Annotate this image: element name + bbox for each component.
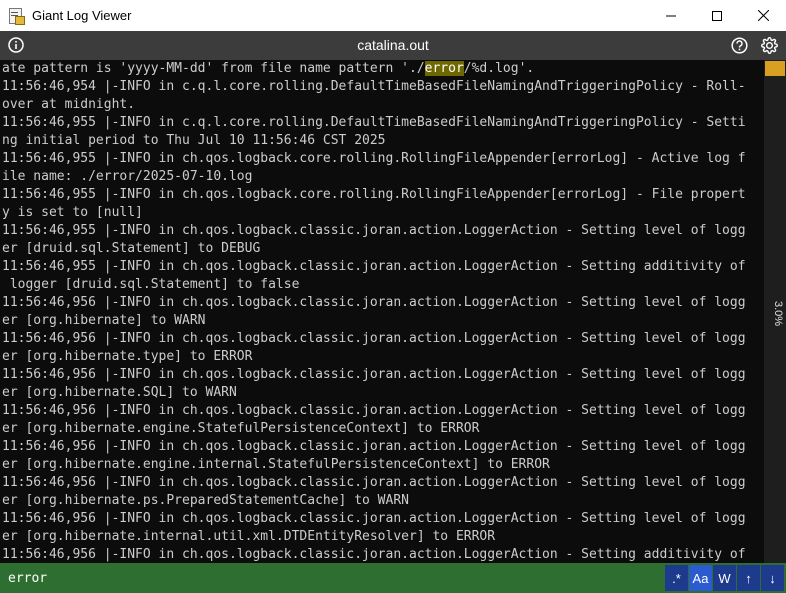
log-content[interactable]: ate pattern is 'yyyy-MM-dd' from file na… [0, 60, 764, 563]
maximize-button[interactable] [694, 0, 740, 31]
file-name: catalina.out [357, 37, 429, 53]
log-line: 11:56:46,955 |-INFO in ch.qos.logback.cl… [2, 259, 746, 274]
previous-match-button[interactable]: ↑ [737, 565, 760, 591]
minimize-button[interactable] [648, 0, 694, 31]
scroll-percent: 3.0% [772, 301, 784, 327]
close-button[interactable] [740, 0, 786, 31]
log-line: er [org.hibernate.engine.StatefulPersist… [2, 421, 480, 436]
scroll-bar[interactable]: 3.0% [764, 60, 786, 563]
log-line: er [org.hibernate.ps.PreparedStatementCa… [2, 493, 409, 508]
search-options: .* Aa W ↑ ↓ [664, 565, 784, 591]
window-title: Giant Log Viewer [32, 8, 132, 23]
next-match-button[interactable]: ↓ [761, 565, 784, 591]
match-case-toggle-button[interactable]: Aa [689, 565, 712, 591]
minimize-icon [666, 15, 676, 16]
log-line: logger [druid.sql.Statement] to false [2, 277, 300, 292]
log-line: 11:56:46,956 |-INFO in ch.qos.logback.cl… [2, 295, 746, 310]
log-line: er [org.hibernate.internal.util.xml.DTDE… [2, 529, 496, 544]
log-line: 11:56:46,955 |-INFO in c.q.l.core.rollin… [2, 115, 746, 130]
log-line: over at midnight. [2, 97, 136, 112]
search-input[interactable] [0, 563, 660, 593]
gear-icon[interactable] [761, 37, 778, 54]
help-icon[interactable] [731, 37, 748, 54]
log-line: er [org.hibernate.type] to ERROR [2, 349, 253, 364]
maximize-icon [712, 10, 722, 21]
search-match-highlight: error [424, 61, 464, 76]
log-text: /%d.log'. [463, 61, 535, 76]
scroll-thumb[interactable] [765, 61, 785, 76]
search-bar: .* Aa W ↑ ↓ [0, 563, 786, 593]
log-line: 11:56:46,956 |-INFO in ch.qos.logback.cl… [2, 475, 746, 490]
log-file-icon [8, 7, 25, 25]
log-line: y is set to [null] [2, 205, 143, 220]
window-title-bar: Giant Log Viewer [0, 0, 786, 31]
log-line: ng initial period to Thu Jul 10 11:56:46… [2, 133, 386, 148]
log-line: er [org.hibernate.SQL] to WARN [2, 385, 237, 400]
log-line: ate pattern is 'yyyy-MM-dd' from file na… [0, 60, 764, 78]
regex-toggle-button[interactable]: .* [665, 565, 688, 591]
log-line: 11:56:46,956 |-INFO in ch.qos.logback.cl… [2, 511, 746, 526]
log-line: 11:56:46,956 |-INFO in ch.qos.logback.cl… [2, 547, 746, 562]
log-line: 11:56:46,956 |-INFO in ch.qos.logback.cl… [2, 331, 746, 346]
log-line: 11:56:46,955 |-INFO in ch.qos.logback.co… [2, 151, 746, 166]
log-line: er [org.hibernate.engine.internal.Statef… [2, 457, 550, 472]
log-line: 11:56:46,956 |-INFO in ch.qos.logback.cl… [2, 439, 746, 454]
file-header: catalina.out [0, 31, 786, 60]
log-line: er [org.hibernate] to WARN [2, 313, 206, 328]
whole-word-toggle-button[interactable]: W [713, 565, 736, 591]
log-line: 11:56:46,955 |-INFO in ch.qos.logback.cl… [2, 223, 746, 238]
log-line: 11:56:46,956 |-INFO in ch.qos.logback.cl… [2, 367, 746, 382]
log-line: 11:56:46,956 |-INFO in ch.qos.logback.cl… [2, 403, 746, 418]
log-line: er [druid.sql.Statement] to DEBUG [2, 241, 261, 256]
close-icon [757, 10, 769, 21]
window-controls [648, 0, 786, 31]
log-line: 11:56:46,955 |-INFO in ch.qos.logback.co… [2, 187, 746, 202]
log-text: ate pattern is 'yyyy-MM-dd' from file na… [2, 61, 425, 76]
log-line: 11:56:46,954 |-INFO in c.q.l.core.rollin… [2, 79, 746, 94]
log-line: ile name: ./error/2025-07-10.log [2, 169, 253, 184]
